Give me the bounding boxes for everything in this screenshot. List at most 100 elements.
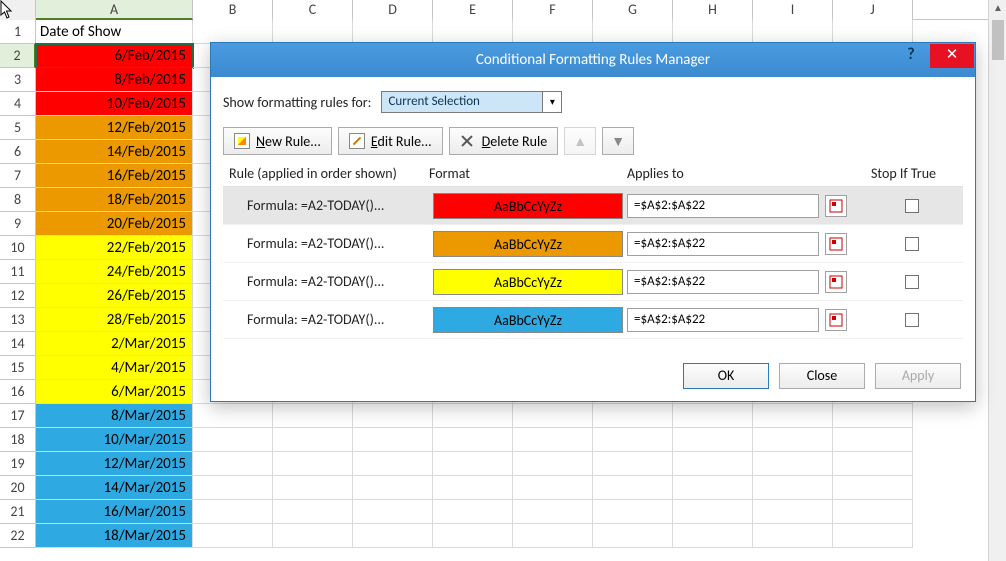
delete-rule-button[interactable]: Delete Rule [449, 127, 559, 155]
column-header[interactable]: J [833, 0, 913, 20]
cell[interactable]: 12/Mar/2015 [36, 452, 193, 476]
range-selector-button[interactable] [825, 233, 847, 255]
cell[interactable]: 6/Feb/2015 [36, 44, 193, 68]
column-header[interactable]: A [36, 0, 193, 20]
cell[interactable] [753, 428, 833, 452]
cell[interactable] [193, 452, 273, 476]
stop-if-true-checkbox[interactable] [905, 199, 919, 213]
cell[interactable]: 24/Feb/2015 [36, 260, 193, 284]
cell[interactable] [433, 476, 513, 500]
cell[interactable] [593, 500, 673, 524]
row-header[interactable]: 10 [0, 236, 36, 260]
applies-to-input[interactable]: =$A$2:$A$22 [627, 270, 819, 294]
cell[interactable]: 2/Mar/2015 [36, 332, 193, 356]
cell[interactable] [273, 452, 353, 476]
cell[interactable] [833, 404, 913, 428]
cell[interactable] [193, 500, 273, 524]
cell[interactable]: 12/Feb/2015 [36, 116, 193, 140]
cell[interactable] [673, 524, 753, 548]
cell[interactable] [593, 452, 673, 476]
cell[interactable]: 26/Feb/2015 [36, 284, 193, 308]
row-header[interactable]: 3 [0, 68, 36, 92]
row-header[interactable]: 18 [0, 428, 36, 452]
applies-to-input[interactable]: =$A$2:$A$22 [627, 194, 819, 218]
cell[interactable] [433, 428, 513, 452]
cell[interactable] [433, 404, 513, 428]
move-rule-up-button[interactable]: ▲ [564, 127, 596, 155]
close-dialog-button[interactable]: Close [779, 363, 865, 389]
cell[interactable] [353, 20, 433, 44]
row-header[interactable]: 5 [0, 116, 36, 140]
cell[interactable]: 22/Feb/2015 [36, 236, 193, 260]
cell[interactable] [753, 500, 833, 524]
ok-button[interactable]: OK [683, 363, 769, 389]
cell[interactable] [513, 452, 593, 476]
cell[interactable] [273, 404, 353, 428]
cell[interactable] [753, 476, 833, 500]
cell[interactable] [593, 476, 673, 500]
row-header[interactable]: 15 [0, 356, 36, 380]
rule-row[interactable]: Formula: =A2-TODAY()...AaBbCcYyZz=$A$2:$… [223, 301, 963, 339]
row-header[interactable]: 2 [0, 44, 36, 68]
cell[interactable] [353, 452, 433, 476]
cell[interactable] [353, 476, 433, 500]
cell[interactable] [513, 524, 593, 548]
cell[interactable] [193, 476, 273, 500]
rule-row[interactable]: Formula: =A2-TODAY()...AaBbCcYyZz=$A$2:$… [223, 225, 963, 263]
range-selector-button[interactable] [825, 195, 847, 217]
stop-if-true-checkbox[interactable] [905, 275, 919, 289]
cell[interactable] [353, 404, 433, 428]
chevron-down-icon[interactable]: ▾ [542, 92, 561, 112]
cell[interactable] [753, 524, 833, 548]
help-button[interactable]: ? [897, 44, 925, 68]
cell[interactable]: 28/Feb/2015 [36, 308, 193, 332]
range-selector-button[interactable] [825, 271, 847, 293]
cell[interactable] [513, 428, 593, 452]
cell[interactable] [833, 428, 913, 452]
range-selector-button[interactable] [825, 309, 847, 331]
row-header[interactable]: 8 [0, 188, 36, 212]
scroll-thumb[interactable] [992, 20, 1004, 60]
show-rules-for-dropdown[interactable]: Current Selection ▾ [381, 91, 562, 113]
cell[interactable] [753, 20, 833, 44]
rule-row[interactable]: Formula: =A2-TODAY()...AaBbCcYyZz=$A$2:$… [223, 187, 963, 225]
row-header[interactable]: 20 [0, 476, 36, 500]
cell[interactable] [193, 428, 273, 452]
row-header[interactable]: 13 [0, 308, 36, 332]
cell[interactable] [513, 404, 593, 428]
cell[interactable] [273, 20, 353, 44]
cell[interactable]: 18/Mar/2015 [36, 524, 193, 548]
cell[interactable] [273, 524, 353, 548]
column-header[interactable]: F [513, 0, 593, 20]
cell[interactable] [433, 524, 513, 548]
cell[interactable] [433, 20, 513, 44]
cell[interactable] [673, 428, 753, 452]
row-header[interactable]: 7 [0, 164, 36, 188]
column-header[interactable]: D [353, 0, 433, 20]
cell[interactable] [593, 428, 673, 452]
cell[interactable] [673, 20, 753, 44]
rule-row[interactable]: Formula: =A2-TODAY()...AaBbCcYyZz=$A$2:$… [223, 263, 963, 301]
applies-to-input[interactable]: =$A$2:$A$22 [627, 232, 819, 256]
cell[interactable] [593, 404, 673, 428]
cell[interactable] [433, 452, 513, 476]
cell[interactable]: 10/Feb/2015 [36, 92, 193, 116]
row-header[interactable]: 19 [0, 452, 36, 476]
scroll-up-arrow-icon[interactable]: ▲ [989, 0, 1006, 18]
column-header[interactable]: G [593, 0, 673, 20]
stop-if-true-checkbox[interactable] [905, 313, 919, 327]
cell[interactable] [353, 524, 433, 548]
cell[interactable] [833, 20, 913, 44]
cell[interactable] [833, 500, 913, 524]
cell[interactable] [833, 476, 913, 500]
cell[interactable] [673, 476, 753, 500]
cell[interactable]: 14/Feb/2015 [36, 140, 193, 164]
apply-button[interactable]: Apply [875, 363, 961, 389]
cell[interactable]: 4/Mar/2015 [36, 356, 193, 380]
row-header[interactable]: 14 [0, 332, 36, 356]
column-header[interactable]: C [273, 0, 353, 20]
row-header[interactable]: 1 [0, 20, 36, 44]
cell[interactable]: 8/Mar/2015 [36, 404, 193, 428]
column-header[interactable]: E [433, 0, 513, 20]
move-rule-down-button[interactable]: ▼ [602, 127, 634, 155]
